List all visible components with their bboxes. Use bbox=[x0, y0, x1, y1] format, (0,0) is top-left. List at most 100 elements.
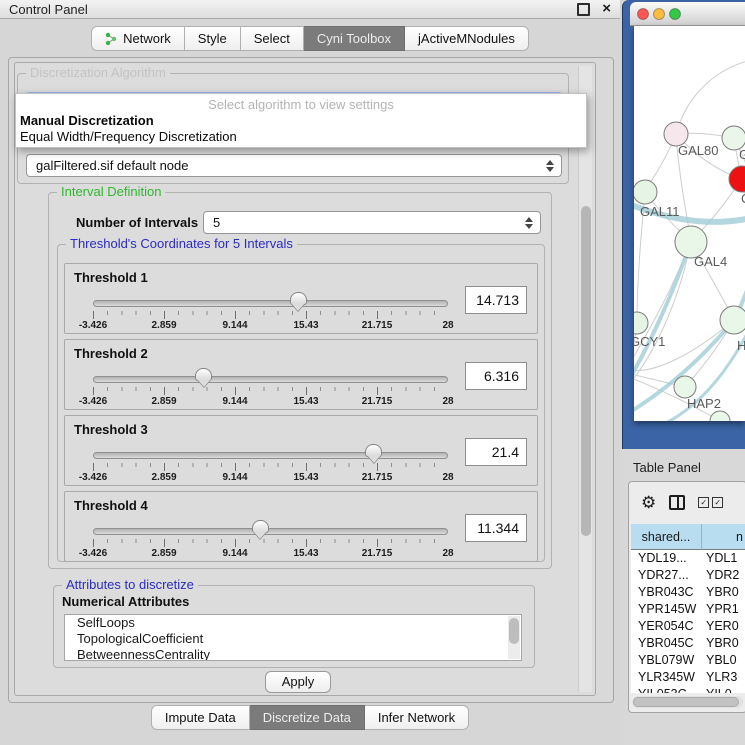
node-hap2[interactable] bbox=[674, 376, 696, 398]
number-of-intervals-combobox[interactable]: 5 bbox=[203, 211, 541, 234]
control-panel-tabs: Network Style Select Cyni Toolbox jActiv… bbox=[0, 22, 620, 54]
table-row[interactable]: YDL19...YDL1 bbox=[631, 550, 745, 567]
slider-ticks bbox=[93, 387, 448, 395]
slider-thumb[interactable] bbox=[195, 368, 212, 381]
table-row[interactable]: YBR043CYBR0 bbox=[631, 584, 745, 601]
table-row[interactable]: YIL053CYIL0 bbox=[631, 686, 745, 693]
scrollbar-thumb[interactable] bbox=[581, 206, 591, 536]
table-panel-title: Table Panel bbox=[633, 460, 701, 475]
screen: Control Panel × bbox=[0, 0, 745, 745]
slider-ticks bbox=[93, 539, 448, 547]
node-label: H bbox=[737, 338, 745, 353]
list-item[interactable]: TopologicalCoefficient bbox=[65, 631, 521, 647]
dropdown-item-equal-width-frequency[interactable]: Equal Width/Frequency Discretization bbox=[16, 129, 586, 145]
table-horizontal-scrollbar[interactable] bbox=[632, 696, 743, 708]
network-window-titlebar bbox=[630, 2, 745, 26]
combo-value: galFiltered.sif default node bbox=[36, 158, 188, 173]
column-header-name[interactable]: n bbox=[702, 524, 745, 550]
threshold-1-value-field[interactable]: 14.713 bbox=[465, 286, 527, 314]
slider-ticks bbox=[93, 463, 448, 471]
scrollbar-thumb[interactable] bbox=[633, 697, 739, 707]
thresholds-group: Threshold's Coordinates for 5 Intervals … bbox=[57, 244, 545, 562]
slider-thumb[interactable] bbox=[365, 444, 382, 457]
combo-stepper-icon bbox=[546, 160, 554, 172]
table-row[interactable]: YDR27...YDR2 bbox=[631, 567, 745, 584]
cyni-toolbox-pane: Discretization Algorithm Select algorith… bbox=[8, 57, 614, 703]
checkbox-icon bbox=[698, 497, 709, 508]
table-row[interactable]: YER054CYER0 bbox=[631, 618, 745, 635]
slider-track[interactable] bbox=[93, 528, 448, 535]
threshold-3-slider[interactable]: -3.426 2.859 9.144 15.43 21.715 28 bbox=[93, 446, 448, 486]
tab-cyni-toolbox[interactable]: Cyni Toolbox bbox=[304, 26, 405, 51]
discretization-algorithm-group: Discretization Algorithm Select algorith… bbox=[17, 73, 569, 137]
zoom-traffic-light[interactable] bbox=[670, 9, 681, 20]
node-label: GAL4 bbox=[694, 254, 727, 269]
apply-button[interactable]: Apply bbox=[265, 671, 331, 693]
node-label: C bbox=[741, 191, 745, 206]
table-row[interactable]: YPR145WYPR1 bbox=[631, 601, 745, 618]
dropdown-item-manual-discretization[interactable]: Manual Discretization bbox=[16, 113, 586, 129]
node-selected-red[interactable] bbox=[729, 166, 745, 192]
float-window-icon[interactable] bbox=[577, 3, 590, 16]
combo-value: 5 bbox=[213, 215, 220, 230]
discretize-form: Discretization Algorithm Select algorith… bbox=[14, 62, 596, 696]
list-scrollbar[interactable] bbox=[508, 616, 520, 659]
threshold-2-slider[interactable]: -3.426 2.859 9.144 15.43 21.715 28 bbox=[93, 370, 448, 410]
list-item[interactable]: BetweennessCentrality bbox=[65, 647, 521, 661]
numerical-attributes-list: SelfLoops TopologicalCoefficient Between… bbox=[64, 614, 522, 661]
node-label: HAP2 bbox=[687, 396, 721, 411]
dropdown-hint: Select algorithm to view settings bbox=[16, 96, 586, 113]
tab-jactivemnodules[interactable]: jActiveMNodules bbox=[405, 26, 529, 51]
threshold-2-value-field[interactable]: 6.316 bbox=[465, 362, 527, 390]
threshold-3-panel: Threshold 3 -3.426 2.859 9.144 15.43 bbox=[64, 415, 538, 486]
threshold-label: Threshold 4 bbox=[74, 498, 148, 513]
table-row[interactable]: YLR345WYLR3 bbox=[631, 669, 745, 686]
slider-track[interactable] bbox=[93, 300, 448, 307]
threshold-1-slider[interactable]: -3.426 2.859 9.144 15.43 21.715 28 bbox=[93, 294, 448, 334]
slider-ticks bbox=[93, 311, 448, 319]
column-visibility-icons[interactable] bbox=[698, 497, 723, 508]
network-view-window: GAL80 G C GAL11 GAL4 GCY1 H HAP2 bbox=[622, 0, 745, 449]
table-row[interactable]: YBL079WYBL0 bbox=[631, 652, 745, 669]
node-bottom[interactable] bbox=[710, 411, 730, 421]
network-canvas[interactable]: GAL80 G C GAL11 GAL4 GCY1 H HAP2 bbox=[634, 26, 745, 421]
tab-label: Network bbox=[123, 31, 171, 46]
tab-select[interactable]: Select bbox=[241, 26, 304, 51]
slider-track[interactable] bbox=[93, 376, 448, 383]
close-traffic-light[interactable] bbox=[638, 9, 649, 20]
threshold-2-panel: Threshold 2 -3.426 2.859 9.144 15.43 bbox=[64, 339, 538, 410]
cyni-bottom-tabs: Impute Data Discretize Data Infer Networ… bbox=[0, 702, 620, 732]
tab-style[interactable]: Style bbox=[185, 26, 241, 51]
node-gcy1[interactable] bbox=[634, 312, 648, 334]
node-h[interactable] bbox=[720, 306, 745, 334]
tab-infer-network[interactable]: Infer Network bbox=[365, 705, 469, 730]
table-rows: YDL19...YDL1 YDR27...YDR2 YBR043CYBR0 YP… bbox=[631, 550, 745, 693]
close-icon[interactable]: × bbox=[602, 4, 611, 14]
group-title: Attributes to discretize bbox=[62, 578, 198, 592]
threshold-4-slider[interactable]: -3.426 2.859 9.144 15.43 21.715 28 bbox=[93, 522, 448, 562]
tab-impute-data[interactable]: Impute Data bbox=[151, 705, 250, 730]
group-title: Interval Definition bbox=[57, 185, 165, 199]
slider-track[interactable] bbox=[93, 452, 448, 459]
table-row[interactable]: YBR045CYBR0 bbox=[631, 635, 745, 652]
control-panel-window: Control Panel × bbox=[0, 0, 620, 745]
tab-network[interactable]: Network bbox=[91, 26, 185, 51]
split-columns-icon[interactable] bbox=[669, 495, 685, 510]
interval-definition-group: Interval Definition Number of Intervals … bbox=[48, 192, 552, 569]
tab-discretize-data[interactable]: Discretize Data bbox=[250, 705, 365, 730]
node-gal11[interactable] bbox=[634, 180, 657, 204]
slider-thumb[interactable] bbox=[252, 520, 269, 533]
window-title: Control Panel bbox=[9, 2, 88, 17]
slider-thumb[interactable] bbox=[290, 292, 307, 305]
threshold-3-value-field[interactable]: 21.4 bbox=[465, 438, 527, 466]
threshold-1-panel: Threshold 1 -3.426 2.859 9.144 15.43 bbox=[64, 263, 538, 334]
threshold-label: Threshold 1 bbox=[74, 270, 148, 285]
table-data-combobox[interactable]: galFiltered.sif default node bbox=[26, 154, 562, 177]
column-header-shared-name[interactable]: shared... bbox=[631, 524, 702, 550]
threshold-4-value-field[interactable]: 11.344 bbox=[465, 514, 527, 542]
list-item[interactable]: SelfLoops bbox=[65, 615, 521, 631]
group-title: Threshold's Coordinates for 5 Intervals bbox=[66, 237, 297, 251]
panel-vertical-scrollbar[interactable] bbox=[578, 66, 592, 692]
minimize-traffic-light[interactable] bbox=[654, 9, 665, 20]
gear-icon[interactable]: ⚙ bbox=[641, 494, 656, 511]
